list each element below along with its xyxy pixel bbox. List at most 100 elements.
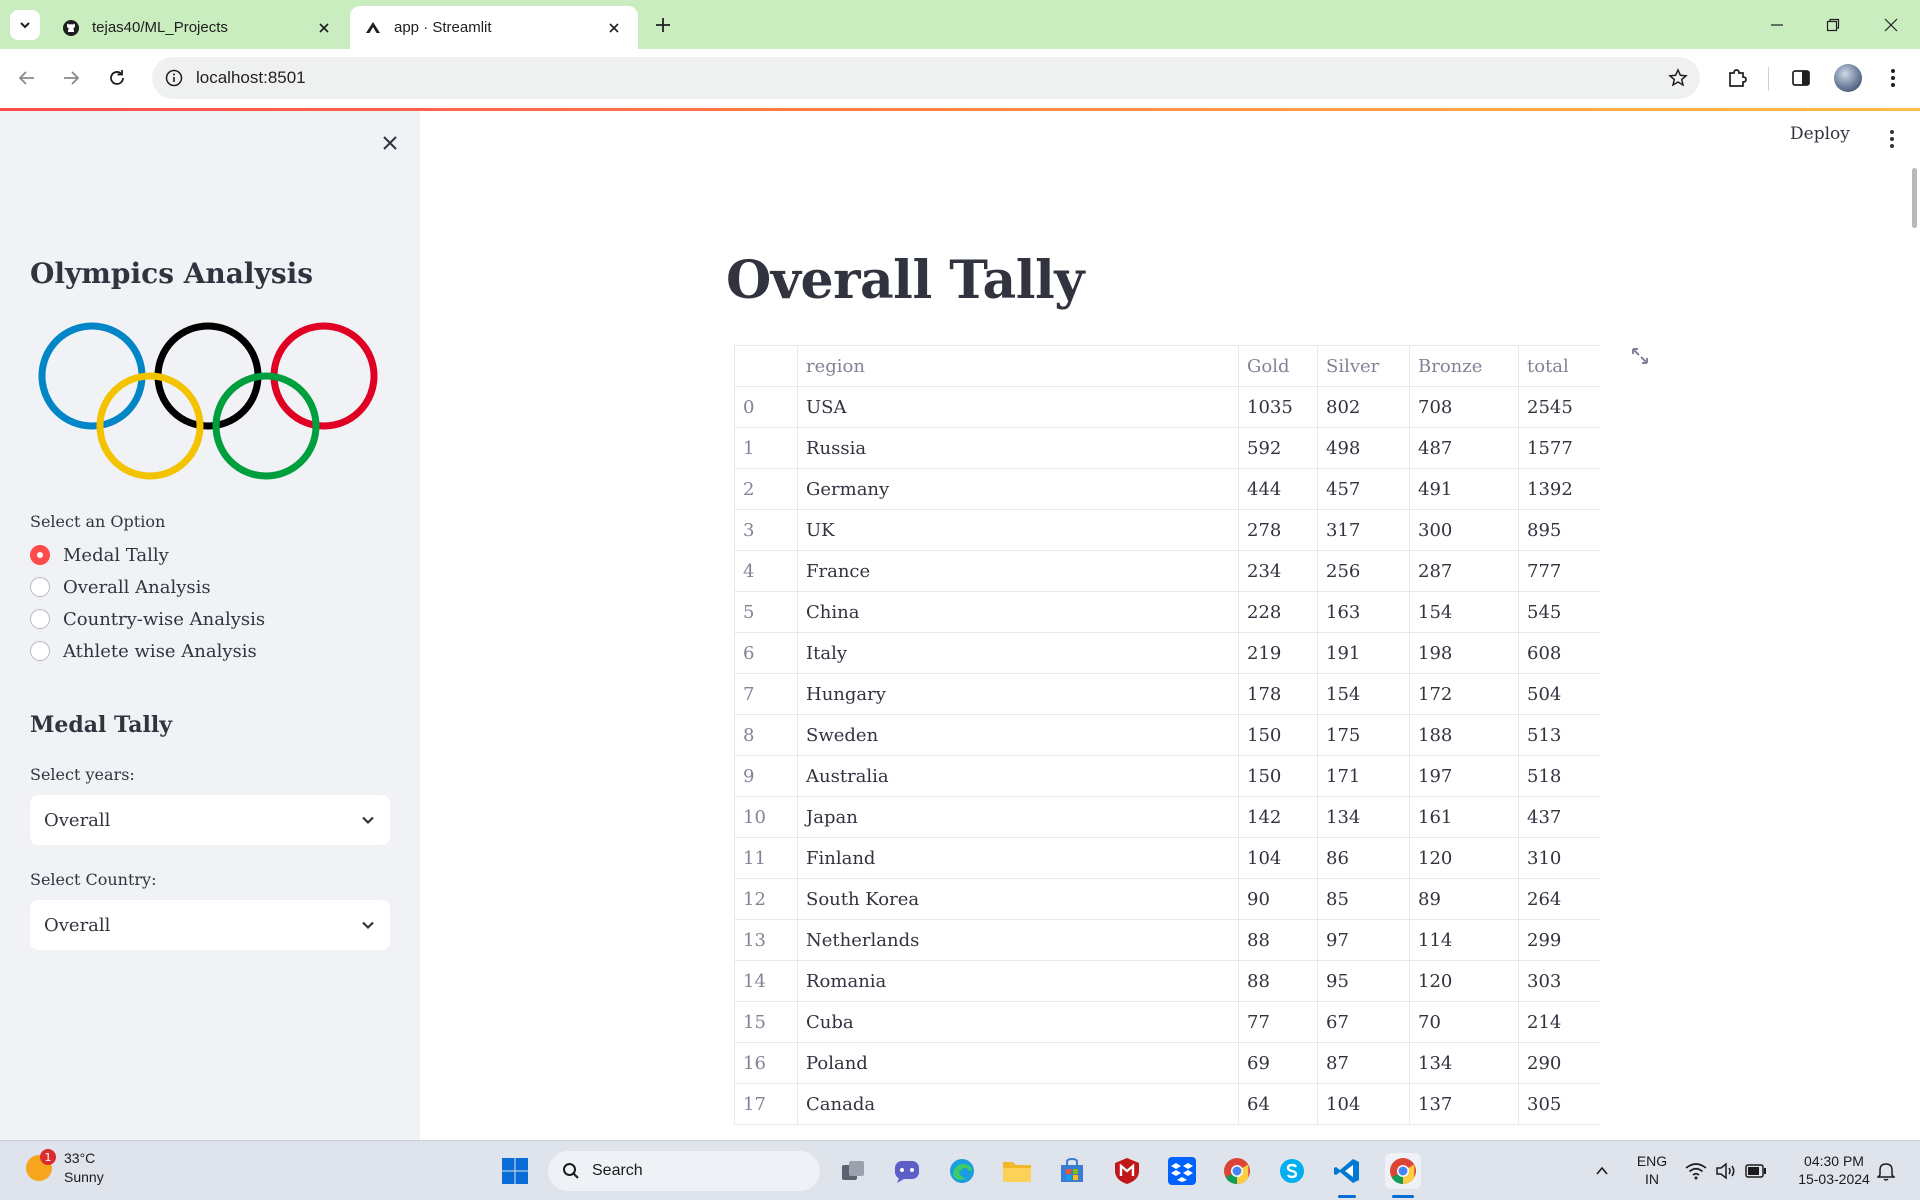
cell-index[interactable]: 1 xyxy=(734,427,798,469)
language-indicator[interactable]: ENG IN xyxy=(1632,1152,1672,1188)
cell-total[interactable]: 1577 xyxy=(1518,427,1600,469)
main-scrollbar[interactable] xyxy=(1912,168,1917,228)
cell-bronze[interactable]: 134 xyxy=(1409,1042,1519,1084)
cell-index[interactable]: 15 xyxy=(734,1001,798,1043)
cell-region[interactable]: Australia xyxy=(797,755,1239,797)
cell-total[interactable]: 513 xyxy=(1518,714,1600,756)
cell-silver[interactable]: 317 xyxy=(1317,509,1410,551)
cell-region[interactable]: UK xyxy=(797,509,1239,551)
cell-index[interactable]: 2 xyxy=(734,468,798,510)
cell-bronze[interactable]: 491 xyxy=(1409,468,1519,510)
cell-region[interactable]: Sweden xyxy=(797,714,1239,756)
cell-region[interactable]: Romania xyxy=(797,960,1239,1002)
cell-bronze[interactable]: 172 xyxy=(1409,673,1519,715)
cell-bronze[interactable]: 197 xyxy=(1409,755,1519,797)
column-header-bronze[interactable]: Bronze xyxy=(1409,345,1519,387)
table-row[interactable]: 7 Hungary 178 154 172 504 xyxy=(734,673,1600,715)
cell-gold[interactable]: 444 xyxy=(1238,468,1318,510)
radio-country-wise-analysis[interactable]: Country-wise Analysis xyxy=(30,605,265,633)
cell-index[interactable]: 12 xyxy=(734,878,798,920)
column-header-silver[interactable]: Silver xyxy=(1317,345,1410,387)
cell-region[interactable]: Finland xyxy=(797,837,1239,879)
extensions-button[interactable] xyxy=(1722,63,1752,93)
cell-index[interactable]: 4 xyxy=(734,550,798,592)
close-icon[interactable] xyxy=(314,18,334,38)
cell-index[interactable]: 17 xyxy=(734,1083,798,1125)
cell-bronze[interactable]: 161 xyxy=(1409,796,1519,838)
table-row[interactable]: 13 Netherlands 88 97 114 299 xyxy=(734,919,1600,961)
browser-tab-streamlit[interactable]: app · Streamlit xyxy=(350,6,638,49)
cell-bronze[interactable]: 154 xyxy=(1409,591,1519,633)
cell-total[interactable]: 545 xyxy=(1518,591,1600,633)
cell-gold[interactable]: 150 xyxy=(1238,755,1318,797)
cell-total[interactable]: 214 xyxy=(1518,1001,1600,1043)
cell-silver[interactable]: 67 xyxy=(1317,1001,1410,1043)
table-row[interactable]: 16 Poland 69 87 134 290 xyxy=(734,1042,1600,1084)
cell-bronze[interactable]: 114 xyxy=(1409,919,1519,961)
cell-gold[interactable]: 228 xyxy=(1238,591,1318,633)
table-row[interactable]: 0 USA 1035 802 708 2545 xyxy=(734,386,1600,428)
battery-icon[interactable] xyxy=(1744,1159,1768,1183)
cell-gold[interactable]: 77 xyxy=(1238,1001,1318,1043)
cell-index[interactable]: 11 xyxy=(734,837,798,879)
tab-search-button[interactable] xyxy=(10,10,40,40)
cell-index[interactable]: 8 xyxy=(734,714,798,756)
cell-silver[interactable]: 86 xyxy=(1317,837,1410,879)
volume-icon[interactable] xyxy=(1714,1159,1738,1183)
cell-silver[interactable]: 95 xyxy=(1317,960,1410,1002)
table-row[interactable]: 11 Finland 104 86 120 310 xyxy=(734,837,1600,879)
cell-bronze[interactable]: 70 xyxy=(1409,1001,1519,1043)
weather-widget[interactable]: 1 33°C Sunny xyxy=(26,1149,104,1187)
cell-region[interactable]: Germany xyxy=(797,468,1239,510)
cell-index[interactable]: 16 xyxy=(734,1042,798,1084)
cell-total[interactable]: 305 xyxy=(1518,1083,1600,1125)
medal-tally-table[interactable]: region Gold Silver Bronze total 0 USA 1035… xyxy=(734,345,1600,1140)
cell-bronze[interactable]: 89 xyxy=(1409,878,1519,920)
cell-gold[interactable]: 64 xyxy=(1238,1083,1318,1125)
table-row[interactable]: 5 China 228 163 154 545 xyxy=(734,591,1600,633)
cell-total[interactable]: 299 xyxy=(1518,919,1600,961)
column-header-gold[interactable]: Gold xyxy=(1238,345,1318,387)
cell-bronze[interactable]: 487 xyxy=(1409,427,1519,469)
wifi-icon[interactable] xyxy=(1684,1159,1708,1183)
show-hidden-icons-button[interactable] xyxy=(1590,1159,1614,1183)
edge-button[interactable] xyxy=(944,1153,980,1189)
cell-bronze[interactable]: 137 xyxy=(1409,1083,1519,1125)
cell-total[interactable]: 437 xyxy=(1518,796,1600,838)
cell-gold[interactable]: 69 xyxy=(1238,1042,1318,1084)
table-row[interactable]: 8 Sweden 150 175 188 513 xyxy=(734,714,1600,756)
cell-region[interactable]: Italy xyxy=(797,632,1239,674)
cell-total[interactable]: 895 xyxy=(1518,509,1600,551)
cell-gold[interactable]: 88 xyxy=(1238,919,1318,961)
microsoft-store-button[interactable] xyxy=(1054,1153,1090,1189)
table-row[interactable]: 14 Romania 88 95 120 303 xyxy=(734,960,1600,1002)
cell-region[interactable]: USA xyxy=(797,386,1239,428)
cell-gold[interactable]: 88 xyxy=(1238,960,1318,1002)
table-row[interactable]: 10 Japan 142 134 161 437 xyxy=(734,796,1600,838)
cell-silver[interactable]: 191 xyxy=(1317,632,1410,674)
cell-gold[interactable]: 104 xyxy=(1238,837,1318,879)
cell-gold[interactable]: 150 xyxy=(1238,714,1318,756)
cell-index[interactable]: 10 xyxy=(734,796,798,838)
radio-button[interactable] xyxy=(30,577,50,597)
bookmark-star-icon[interactable] xyxy=(1656,68,1700,88)
cell-index[interactable]: 7 xyxy=(734,673,798,715)
cell-bronze[interactable]: 198 xyxy=(1409,632,1519,674)
cell-gold[interactable]: 278 xyxy=(1238,509,1318,551)
cell-silver[interactable]: 163 xyxy=(1317,591,1410,633)
cell-index[interactable]: 3 xyxy=(734,509,798,551)
cell-gold[interactable]: 1035 xyxy=(1238,386,1318,428)
cell-region[interactable]: South Korea xyxy=(797,878,1239,920)
radio-medal-tally[interactable]: Medal Tally xyxy=(30,541,169,569)
cell-total[interactable]: 310 xyxy=(1518,837,1600,879)
cell-gold[interactable]: 234 xyxy=(1238,550,1318,592)
column-header-region[interactable]: region xyxy=(797,345,1239,387)
cell-region[interactable]: Hungary xyxy=(797,673,1239,715)
cell-silver[interactable]: 104 xyxy=(1317,1083,1410,1125)
column-header-index[interactable] xyxy=(734,345,798,387)
forward-button[interactable] xyxy=(56,63,86,93)
table-row[interactable]: 15 Cuba 77 67 70 214 xyxy=(734,1001,1600,1043)
cell-bronze[interactable]: 120 xyxy=(1409,960,1519,1002)
cell-bronze[interactable]: 120 xyxy=(1409,837,1519,879)
cell-bronze[interactable]: 708 xyxy=(1409,386,1519,428)
